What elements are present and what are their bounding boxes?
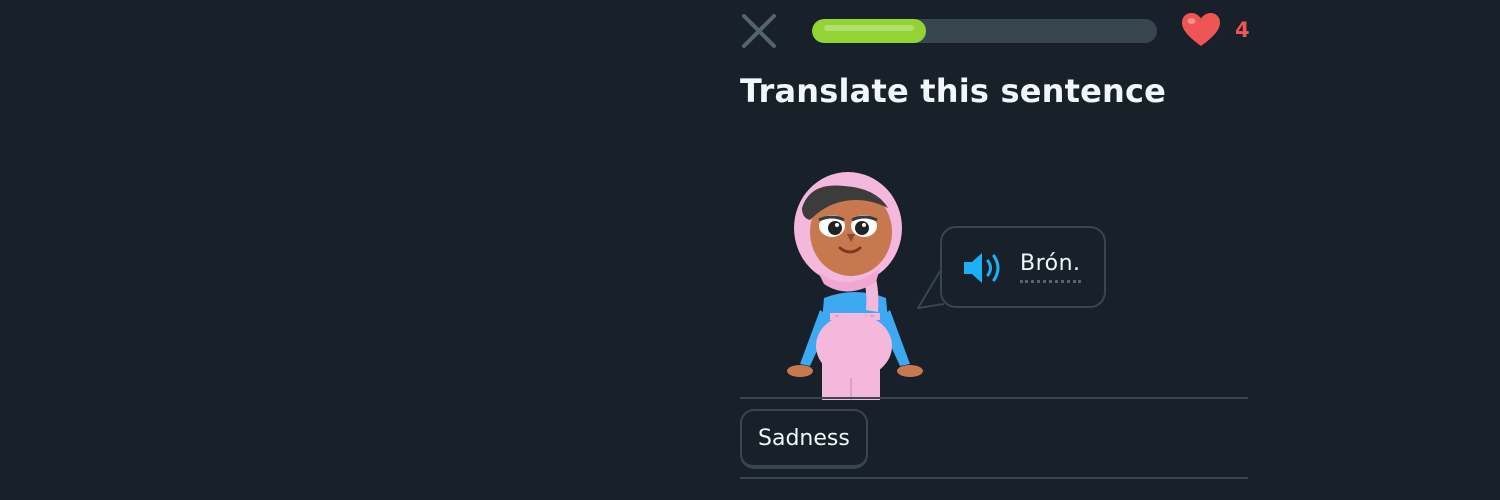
speech-bubble: Brón. xyxy=(940,226,1106,308)
lesson-progress-bar xyxy=(812,19,1157,43)
speaker-icon xyxy=(964,253,1000,283)
progress-shine xyxy=(824,25,914,31)
lesson-panel: 4 Translate this sentence Brón. Sadness xyxy=(740,0,1250,500)
play-audio-button[interactable] xyxy=(962,250,1006,286)
close-button[interactable] xyxy=(740,12,778,50)
answer-line-bottom xyxy=(740,477,1248,479)
hearts-count: 4 xyxy=(1235,18,1250,42)
heart-icon xyxy=(1182,13,1220,46)
progress-fill xyxy=(812,19,926,43)
page-title: Translate this sentence xyxy=(740,72,1167,110)
character-illustration xyxy=(787,172,923,400)
hearts-indicator[interactable]: 4 xyxy=(1181,12,1250,48)
close-icon xyxy=(742,14,776,48)
answer-line-top xyxy=(740,397,1248,399)
sentence-word[interactable]: Brón. xyxy=(1020,251,1081,284)
selected-word-chip[interactable]: Sadness xyxy=(740,409,868,469)
